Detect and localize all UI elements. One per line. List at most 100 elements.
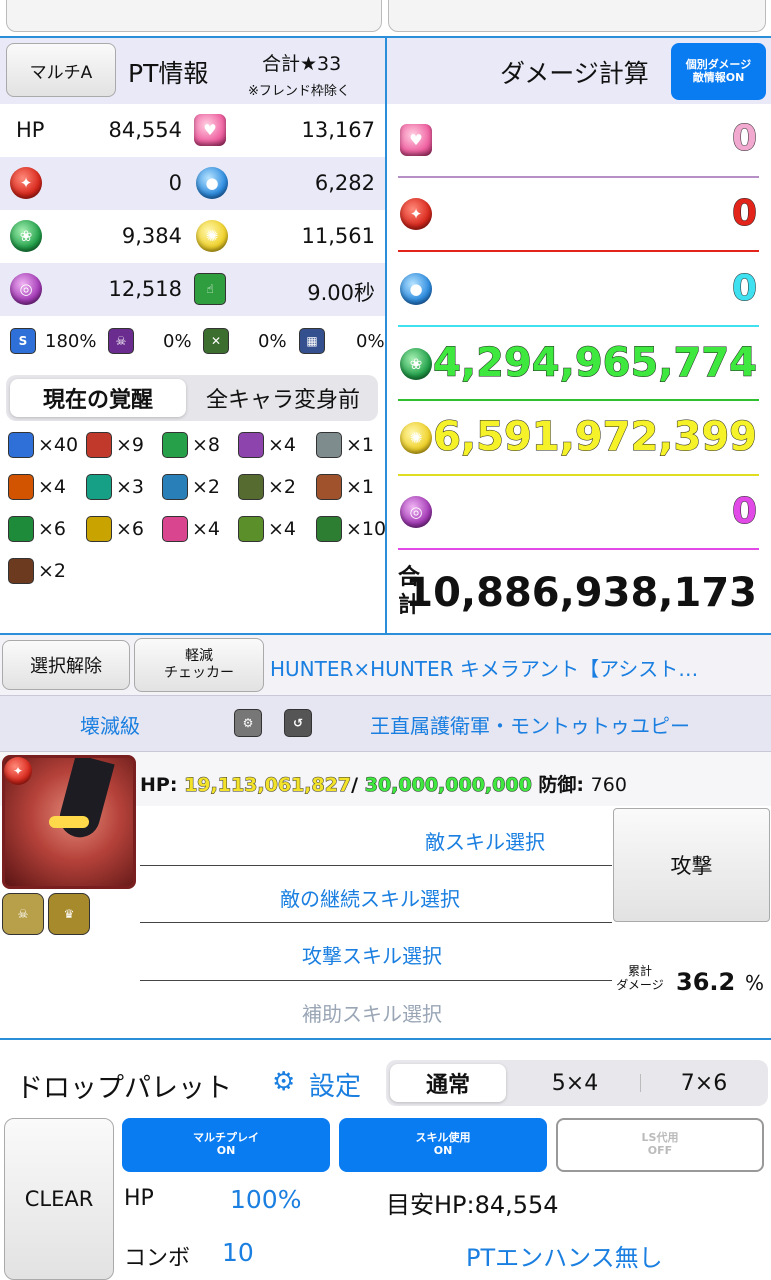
- combo-label: コンボ: [124, 1246, 191, 1271]
- wood-row-icon: [8, 516, 34, 542]
- skill-boost-plus-icon: [8, 432, 34, 458]
- tab-7x6[interactable]: 7×6: [644, 1064, 764, 1102]
- water-orb-icon: ●: [196, 167, 228, 199]
- dark-orb-icon: ◎: [10, 273, 42, 305]
- four-color-icon: [162, 474, 188, 500]
- combo-value[interactable]: 10: [222, 1238, 254, 1267]
- cross-orb-icon: [8, 474, 34, 500]
- damage-fire-line: [398, 250, 759, 252]
- dungeon-name-link[interactable]: HUNTER×HUNTER キメラアント【アシスト…: [270, 653, 768, 682]
- center-divider: [385, 36, 387, 634]
- extend-time-plus-icon: [162, 432, 188, 458]
- awakening-count: ×2: [192, 476, 221, 498]
- damage-wood-line: [398, 399, 759, 401]
- damage-water-value: 0: [731, 268, 757, 310]
- skill-divider-2: [140, 922, 612, 923]
- damage-fire-icon: ✦: [400, 198, 432, 230]
- top-right-button[interactable]: [388, 0, 766, 32]
- tab-current-awakening[interactable]: 現在の覚醒: [10, 379, 186, 417]
- poison-resist-icon: ☠: [108, 328, 134, 354]
- skill-divider-1: [140, 865, 612, 866]
- damage-heart-icon: ♥: [400, 124, 432, 156]
- skill-boost-icon: [86, 432, 112, 458]
- deselect-button[interactable]: 選択解除: [2, 640, 130, 690]
- move-time-icon: ☝: [194, 273, 226, 305]
- heart-value: 13,167: [301, 118, 375, 142]
- enemy-type-icon-2: ♛: [48, 893, 90, 935]
- awakening-count: ×10: [346, 518, 387, 540]
- cumulative-label-1: 累計: [627, 964, 652, 978]
- light-row-icon: [86, 516, 112, 542]
- cumulative-damage-unit: %: [745, 971, 765, 995]
- damage-heart-line: [398, 176, 759, 178]
- enemy-fire-attribute-icon: ✦: [4, 757, 32, 785]
- damage-dark-line: [398, 548, 759, 550]
- dark-value: 12,518: [108, 277, 182, 301]
- pt-enhance-link[interactable]: PTエンハンス無し: [466, 1238, 663, 1273]
- move-time-value: 9.00秒: [307, 281, 375, 305]
- attack-button[interactable]: 攻撃: [613, 808, 770, 922]
- tab-all-pre-transform[interactable]: 全キャラ変身前: [192, 379, 374, 417]
- tab-5x4[interactable]: 5×4: [512, 1064, 638, 1102]
- checker-line-1: 軽減: [185, 648, 213, 665]
- support-skill-select[interactable]: 補助スキル選択: [302, 998, 442, 1027]
- individual-damage-label-2: 敵情報ON: [692, 70, 745, 84]
- ls-substitute-state: OFF: [647, 1144, 673, 1157]
- enemy-hp-label: HP:: [140, 774, 178, 796]
- ls-substitute-toggle[interactable]: LS代用 OFF: [556, 1118, 764, 1172]
- three-color-icon: [86, 474, 112, 500]
- cumulative-damage-label: 累計 ダメージ: [612, 964, 668, 993]
- settings-link[interactable]: 設定: [309, 1066, 361, 1103]
- tab-normal[interactable]: 通常: [390, 1064, 506, 1102]
- light-orb-icon: ✺: [196, 220, 228, 252]
- pt-info-title: PT情報: [128, 59, 209, 88]
- damage-checker-button[interactable]: 軽減 チェッカー: [134, 638, 264, 692]
- enemy-hp-max: 30,000,000,000: [364, 774, 532, 797]
- damage-fire-value: 0: [731, 193, 757, 235]
- hp-label: HP: [16, 118, 45, 142]
- enemy-name-link[interactable]: 王直属護衛軍・モントゥトゥユピー: [370, 710, 690, 739]
- enemy-gear-icon[interactable]: ⚙: [234, 709, 262, 737]
- awakening-count: ×4: [38, 476, 67, 498]
- skill-divider-3: [140, 980, 612, 981]
- multi-button[interactable]: マルチA: [6, 43, 116, 97]
- awakening-count: ×40: [38, 434, 79, 456]
- damage-wood-icon: ❀: [400, 348, 432, 380]
- hp-value: 84,554: [108, 118, 182, 142]
- multiplay-toggle[interactable]: マルチプレイ ON: [122, 1118, 330, 1172]
- wood-orb-icon: ❀: [10, 220, 42, 252]
- palette-hp-percent[interactable]: 100%: [230, 1185, 301, 1214]
- clear-button[interactable]: CLEAR: [4, 1118, 114, 1280]
- gear-icon[interactable]: ⚙: [272, 1067, 295, 1097]
- jammer-resist-percent: 0%: [356, 331, 385, 352]
- individual-damage-button[interactable]: 個別ダメージ 敵情報ON: [671, 43, 766, 100]
- enemy-hp-line: HP: 19,113,061,827/ 30,000,000,000 防御: 7…: [140, 770, 627, 797]
- awakening-count: ×4: [268, 518, 297, 540]
- awakening-count: ×6: [38, 518, 67, 540]
- top-left-button[interactable]: [6, 0, 382, 32]
- damage-total-value: 10,886,938,173: [405, 570, 757, 616]
- difficulty-link[interactable]: 壊滅級: [80, 710, 140, 739]
- friend-note: ※フレンド枠除く: [248, 84, 350, 99]
- chain-icon: [316, 474, 342, 500]
- defense-label: 防御:: [538, 774, 585, 796]
- skill-use-state: ON: [433, 1144, 453, 1157]
- skill-use-toggle[interactable]: スキル使用 ON: [339, 1118, 547, 1172]
- cumulative-label-2: ダメージ: [616, 977, 664, 992]
- fire-orb-icon: ✦: [10, 167, 42, 199]
- palette-divider: [0, 1038, 771, 1040]
- fire-value: 0: [168, 171, 182, 195]
- awakening-count: ×2: [268, 476, 297, 498]
- awakening-count: ×3: [116, 476, 145, 498]
- tab-separator: [640, 1074, 641, 1092]
- enemy-reset-icon[interactable]: ↺: [284, 709, 312, 737]
- damage-dark-value: 0: [731, 491, 757, 533]
- skill-boost-percent: 180%: [45, 331, 97, 352]
- wood-enhanced-icon: [316, 516, 342, 542]
- estimated-hp: 目安HP:84,554: [386, 1191, 559, 1219]
- dark-resist-icon: [8, 558, 34, 584]
- light-value: 11,561: [301, 224, 375, 248]
- enemy-continuous-skill-select[interactable]: 敵の継続スキル選択: [280, 883, 460, 912]
- attack-skill-select[interactable]: 攻撃スキル選択: [302, 940, 442, 969]
- enemy-skill-select[interactable]: 敵スキル選択: [425, 826, 545, 855]
